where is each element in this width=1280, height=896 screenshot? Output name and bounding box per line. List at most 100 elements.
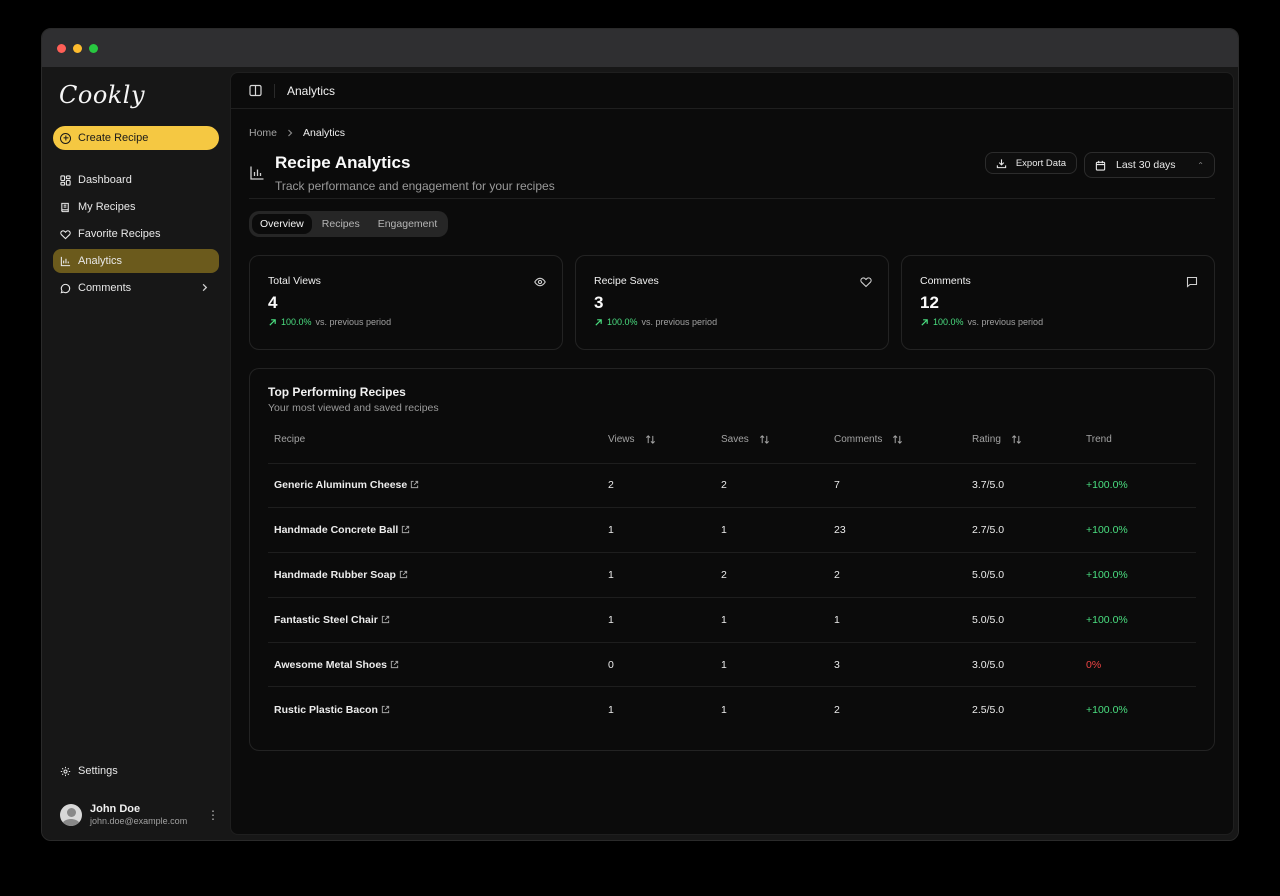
sidebar-item-favorite-recipes[interactable]: Favorite Recipes [53,222,219,246]
sort-icon[interactable] [645,434,656,445]
stat-card-pct: 100.0% [933,317,964,327]
recipe-name-link[interactable]: Handmade Concrete Ball [268,507,608,553]
column-header-trend: Trend [1086,434,1112,445]
recipe-name-link[interactable]: Generic Aluminum Cheese [268,462,608,508]
trend-cell: 0% [1086,641,1196,687]
views-cell: 1 [608,507,721,553]
close-window-button[interactable] [57,43,66,53]
stat-card-change: 100.0% vs. previous period [594,317,870,327]
external-link-icon[interactable] [381,615,390,624]
page-heading: Recipe Analytics [275,153,411,172]
comments-cell: 2 [834,552,972,598]
top-recipes-table: Recipe Views Saves Comments Rating Trend… [268,434,1196,732]
table-row[interactable]: Handmade Concrete Ball 1 1 23 2.7/5.0 +100.0% [268,507,1196,553]
rating-cell: 3.0/5.0 [972,641,1086,687]
calendar-icon [1095,160,1106,171]
date-range-select[interactable]: Last 30 days ⌃ [1084,152,1215,178]
heart-icon [60,229,71,239]
window-titlebar [42,29,1238,67]
more-vertical-icon[interactable]: ⋮ [207,809,219,821]
minimize-window-button[interactable] [73,43,82,53]
stat-card-value: 3 [594,293,604,312]
tab-engagement[interactable]: Engagement [370,214,446,234]
book-icon [61,202,69,212]
recipe-name-link[interactable]: Handmade Rubber Soap [268,552,608,598]
breadcrumb-home[interactable]: Home [249,127,277,139]
column-header-saves[interactable]: Saves [721,434,834,463]
column-header-views[interactable]: Views [608,434,721,463]
tab-overview[interactable]: Overview [252,214,312,234]
stat-card-title: Total Views [268,275,321,287]
external-link-icon[interactable] [381,705,390,714]
date-range-value: Last 30 days [1116,159,1176,171]
comments-cell: 3 [834,641,972,687]
stat-card-title: Comments [920,275,971,287]
eye-icon [534,277,546,287]
views-cell: 1 [608,686,721,732]
trend-cell: +100.0% [1086,507,1196,553]
recipe-name-link[interactable]: Fantastic Steel Chair [268,596,608,643]
user-profile[interactable]: John Doe john.doe@example.com ⋮ [60,803,219,826]
sidebar-item-comments[interactable]: Comments [53,276,219,300]
comments-cell: 2 [834,686,972,732]
app-logo[interactable]: Cookly [59,81,219,125]
stat-card-comments: Comments 12 100.0% vs. previous period [901,255,1215,350]
table-header-row: Recipe Views Saves Comments Rating Trend [268,434,1196,463]
download-icon [996,158,1007,168]
views-cell: 0 [608,641,721,687]
stat-card-change: 100.0% vs. previous period [920,317,1196,327]
stat-card-recipe-saves: Recipe Saves 3 100.0% vs. previous perio… [575,255,889,350]
sort-icon[interactable] [892,434,903,445]
table-row[interactable]: Awesome Metal Shoes 0 1 3 3.0/5.0 0% [268,641,1196,687]
trend-cell: +100.0% [1086,596,1196,643]
recipe-name-link[interactable]: Rustic Plastic Bacon [268,686,608,732]
heart-icon [860,277,872,288]
external-link-icon[interactable] [401,525,410,534]
create-recipe-button[interactable]: Create Recipe [53,126,219,150]
table-row[interactable]: Fantastic Steel Chair 1 1 1 5.0/5.0 +100.0% [268,596,1196,643]
rating-cell: 5.0/5.0 [972,552,1086,598]
sidebar-item-label: Comments [78,282,132,294]
page-header: Recipe Analytics Track performance and e… [249,152,1215,199]
external-link-icon[interactable] [390,660,399,669]
export-data-button[interactable]: Export Data [984,152,1077,174]
chevron-right-icon[interactable] [199,282,210,293]
create-recipe-label: Create Recipe [78,132,149,144]
column-header-recipe: Recipe [274,434,306,445]
external-link-icon[interactable] [410,480,419,489]
sidebar-item-settings[interactable]: Settings [53,759,219,783]
saves-cell: 2 [721,552,834,598]
maximize-window-button[interactable] [89,43,98,53]
column-header-comments[interactable]: Comments [834,434,972,463]
sort-icon[interactable] [759,434,770,445]
top-recipes-subtitle: Your most viewed and saved recipes [268,402,439,414]
stat-card-title: Recipe Saves [594,275,659,287]
saves-cell: 1 [721,641,834,687]
bar-chart-icon [250,166,264,180]
message-icon [60,283,71,293]
sidebar-item-analytics[interactable]: Analytics [53,249,219,273]
saves-cell: 2 [721,462,834,508]
analytics-tabs: Overview Recipes Engagement [249,211,449,237]
table-row[interactable]: Rustic Plastic Bacon 1 1 2 2.5/5.0 +100.0% [268,686,1196,732]
sort-icon[interactable] [1011,434,1022,445]
column-header-rating[interactable]: Rating [972,434,1086,463]
page-title: Analytics [287,83,336,98]
stat-card-value: 4 [268,293,278,312]
dashboard-icon [60,174,71,186]
table-row[interactable]: Generic Aluminum Cheese 2 2 7 3.7/5.0 +100.0% [268,462,1196,508]
sidebar-item-my-recipes[interactable]: My Recipes [53,195,219,219]
export-data-label: Export Data [1015,157,1066,169]
sidebar-toggle-icon[interactable] [249,84,262,97]
stat-cards: Total Views 4 100.0% vs. previous period… [249,255,1215,350]
table-row[interactable]: Handmade Rubber Soap 1 2 2 5.0/5.0 +100.0% [268,552,1196,598]
recipe-name-link[interactable]: Awesome Metal Shoes [268,641,608,687]
plus-circle-icon [60,132,71,144]
top-recipes-title: Top Performing Recipes [268,385,406,399]
sidebar-item-dashboard[interactable]: Dashboard [53,168,219,192]
external-link-icon[interactable] [399,570,408,579]
stat-card-suffix: vs. previous period [315,317,392,327]
tab-recipes[interactable]: Recipes [314,214,368,234]
saves-cell: 1 [721,507,834,553]
settings-label: Settings [78,765,118,777]
